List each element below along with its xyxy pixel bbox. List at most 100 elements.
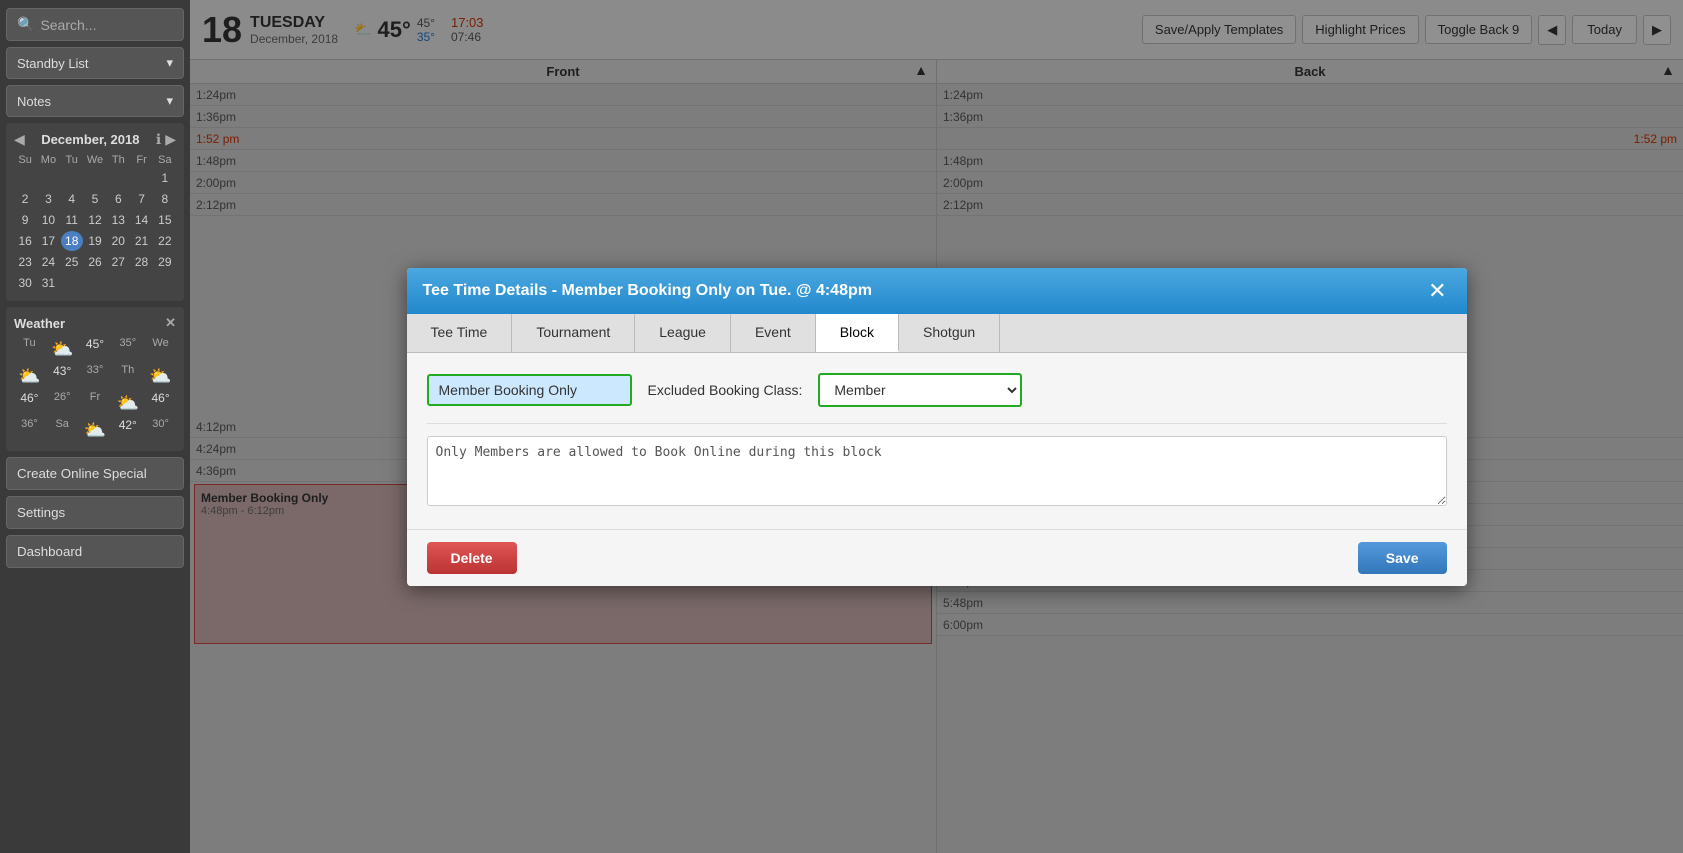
calendar-day[interactable]: 28 <box>130 252 152 272</box>
calendar-info-button[interactable]: ℹ <box>156 131 161 148</box>
weather-day-label: Fr <box>80 391 111 416</box>
calendar-day[interactable]: 11 <box>61 210 83 230</box>
notes-button[interactable]: Notes ▾ <box>6 85 184 117</box>
calendar-day[interactable]: 26 <box>84 252 106 272</box>
block-name-input[interactable] <box>427 374 632 406</box>
weather-close-icon[interactable]: ✕ <box>165 315 176 331</box>
calendar-day-header: We <box>84 152 106 168</box>
calendar-day <box>84 168 106 188</box>
modal-header: Tee Time Details - Member Booking Only o… <box>407 268 1467 314</box>
calendar-day[interactable]: 31 <box>37 273 59 293</box>
calendar-day-header: Th <box>107 152 129 168</box>
create-online-special-button[interactable]: Create Online Special <box>6 457 184 490</box>
search-icon: 🔍 <box>17 16 34 33</box>
weather-day-low: 33° <box>80 364 111 389</box>
calendar-month-year: December, 2018 <box>41 132 139 147</box>
calendar-day[interactable]: 13 <box>107 210 129 230</box>
weather-day-label: Sa <box>47 418 78 443</box>
weather-day-label: We <box>145 337 176 362</box>
calendar-day[interactable]: 24 <box>37 252 59 272</box>
calendar-day[interactable]: 20 <box>107 231 129 251</box>
calendar-day-header: Sa <box>154 152 176 168</box>
calendar-day[interactable]: 3 <box>37 189 59 209</box>
modal-tab-shotgun[interactable]: Shotgun <box>899 314 1000 352</box>
modal-tab-tournament[interactable]: Tournament <box>512 314 635 352</box>
block-form: Excluded Booking Class: MemberPublicGues… <box>427 373 1447 407</box>
modal-divider <box>427 423 1447 424</box>
weather-day-label: Tu <box>14 337 45 362</box>
calendar-day[interactable]: 16 <box>14 231 36 251</box>
weather-day-low: 30° <box>145 418 176 443</box>
excluded-booking-class-select[interactable]: MemberPublicGuestJuniorSenior <box>820 375 1020 405</box>
modal-title: Tee Time Details - Member Booking Only o… <box>423 282 872 300</box>
modal-tab-event[interactable]: Event <box>731 314 816 352</box>
calendar-day[interactable]: 7 <box>130 189 152 209</box>
weather-day-icon: ⛅ <box>80 420 111 441</box>
calendar-day[interactable]: 29 <box>154 252 176 272</box>
weather-day-high: 45° <box>80 337 111 362</box>
weather-day-low: 36° <box>14 418 45 443</box>
calendar-day-header: Su <box>14 152 36 168</box>
description-textarea[interactable]: Only Members are allowed to Book Online … <box>427 436 1447 506</box>
search-input[interactable]: 🔍 Search... <box>6 8 184 41</box>
calendar-day[interactable]: 18 <box>61 231 83 251</box>
modal-tab-block[interactable]: Block <box>816 314 899 352</box>
search-placeholder: Search... <box>40 17 96 33</box>
weather-day-high: 42° <box>112 418 143 443</box>
calendar-next-button[interactable]: ▶ <box>165 131 176 148</box>
calendar-day[interactable]: 1 <box>154 168 176 188</box>
weather-section: Weather ✕ Tu⛅45°35°We⛅43°33°Th⛅46°26°Fr⛅… <box>6 307 184 451</box>
modal-close-button[interactable]: ✕ <box>1424 280 1450 302</box>
weather-day-icon: ⛅ <box>14 366 45 387</box>
weather-day-icon: ⛅ <box>145 366 176 387</box>
modal-dialog: Tee Time Details - Member Booking Only o… <box>407 268 1467 586</box>
standby-list-button[interactable]: Standby List ▾ <box>6 47 184 79</box>
calendar: ◀ December, 2018 ℹ ▶ SuMoTuWeThFrSa 1234… <box>6 123 184 301</box>
modal-tab-tee time[interactable]: Tee Time <box>407 314 513 352</box>
calendar-day <box>37 168 59 188</box>
calendar-day[interactable]: 21 <box>130 231 152 251</box>
calendar-day[interactable]: 4 <box>61 189 83 209</box>
calendar-day[interactable]: 23 <box>14 252 36 272</box>
calendar-day <box>107 168 129 188</box>
calendar-day[interactable]: 10 <box>37 210 59 230</box>
modal-body: Excluded Booking Class: MemberPublicGues… <box>407 353 1467 529</box>
calendar-day[interactable]: 27 <box>107 252 129 272</box>
modal-tabs: Tee TimeTournamentLeagueEventBlockShotgu… <box>407 314 1467 353</box>
calendar-day[interactable]: 30 <box>14 273 36 293</box>
calendar-day[interactable]: 8 <box>154 189 176 209</box>
modal-overlay[interactable]: Tee Time Details - Member Booking Only o… <box>190 0 1683 853</box>
calendar-day[interactable]: 17 <box>37 231 59 251</box>
calendar-days[interactable]: 1234567891011121314151617181920212223242… <box>14 168 176 293</box>
calendar-day[interactable]: 15 <box>154 210 176 230</box>
chevron-down-icon: ▾ <box>166 55 173 71</box>
sidebar: 🔍 Search... Standby List ▾ Notes ▾ ◀ Dec… <box>0 0 190 853</box>
weather-day-low: 35° <box>112 337 143 362</box>
delete-button[interactable]: Delete <box>427 542 517 574</box>
calendar-day[interactable]: 6 <box>107 189 129 209</box>
weather-day-icon: ⛅ <box>112 393 143 414</box>
notes-label: Notes <box>17 94 51 109</box>
save-button[interactable]: Save <box>1358 542 1447 574</box>
calendar-prev-button[interactable]: ◀ <box>14 131 25 148</box>
chevron-down-icon: ▾ <box>166 93 173 109</box>
calendar-day[interactable]: 2 <box>14 189 36 209</box>
calendar-day[interactable]: 22 <box>154 231 176 251</box>
calendar-day-header: Mo <box>37 152 59 168</box>
calendar-day[interactable]: 9 <box>14 210 36 230</box>
calendar-day[interactable]: 14 <box>130 210 152 230</box>
calendar-day[interactable]: 12 <box>84 210 106 230</box>
calendar-day[interactable]: 5 <box>84 189 106 209</box>
excluded-label: Excluded Booking Class: <box>648 382 803 398</box>
weather-day-icon: ⛅ <box>47 339 78 360</box>
modal-tab-league[interactable]: League <box>635 314 731 352</box>
calendar-day[interactable]: 25 <box>61 252 83 272</box>
modal-footer: Delete Save <box>407 529 1467 586</box>
settings-button[interactable]: Settings <box>6 496 184 529</box>
calendar-day <box>61 168 83 188</box>
weather-day-label: Th <box>112 364 143 389</box>
dashboard-button[interactable]: Dashboard <box>6 535 184 568</box>
calendar-day[interactable]: 19 <box>84 231 106 251</box>
calendar-day-header: Fr <box>130 152 152 168</box>
weather-day-high: 46° <box>145 391 176 416</box>
